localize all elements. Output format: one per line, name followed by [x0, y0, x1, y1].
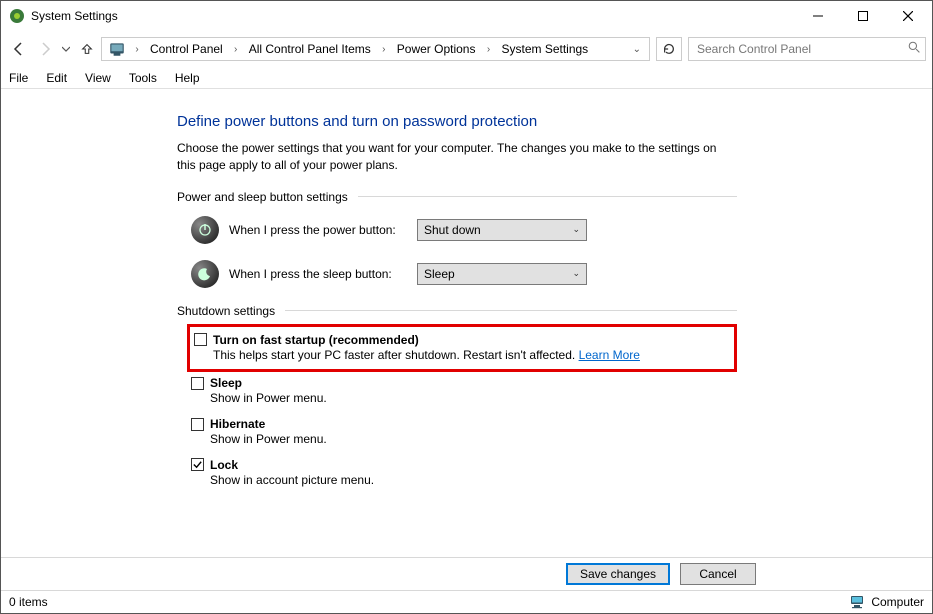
- breadcrumb-item[interactable]: All Control Panel Items: [243, 38, 377, 60]
- power-icon: [191, 216, 219, 244]
- section-power-sleep: Power and sleep button settings: [177, 190, 737, 204]
- cancel-button[interactable]: Cancel: [680, 563, 756, 585]
- chevron-down-icon[interactable]: ⌄: [627, 44, 647, 55]
- action-button-bar: Save changes Cancel: [1, 557, 932, 591]
- hibernate-option-label: Hibernate: [210, 417, 265, 431]
- breadcrumb-item[interactable]: Control Panel: [144, 38, 229, 60]
- sleep-option-desc: Show in Power menu.: [191, 390, 737, 407]
- menu-tools[interactable]: Tools: [127, 71, 159, 85]
- chevron-down-icon: ⌄: [572, 268, 580, 279]
- hibernate-option: Hibernate Show in Power menu.: [177, 415, 737, 456]
- lock-option-label: Lock: [210, 458, 238, 472]
- title-bar: System Settings: [1, 1, 932, 31]
- hibernate-option-desc: Show in Power menu.: [191, 431, 737, 448]
- up-button[interactable]: [75, 37, 99, 61]
- search-icon: [908, 41, 921, 57]
- status-bar: 0 items Computer: [1, 591, 932, 613]
- sleep-checkbox[interactable]: [191, 377, 204, 390]
- navigation-bar: › Control Panel › All Control Panel Item…: [1, 31, 932, 67]
- menu-file[interactable]: File: [7, 71, 30, 85]
- sleep-button-dropdown[interactable]: Sleep ⌄: [417, 263, 587, 285]
- breadcrumb-item[interactable]: System Settings: [495, 38, 594, 60]
- breadcrumb-item[interactable]: Power Options: [391, 38, 482, 60]
- menu-edit[interactable]: Edit: [44, 71, 69, 85]
- refresh-button[interactable]: [656, 37, 682, 61]
- chevron-down-icon: ⌄: [572, 224, 580, 235]
- recent-locations-button[interactable]: [59, 37, 73, 61]
- chevron-right-icon[interactable]: ›: [377, 44, 391, 55]
- sleep-icon: [191, 260, 219, 288]
- app-icon: [9, 8, 25, 24]
- learn-more-link[interactable]: Learn More: [579, 348, 640, 362]
- power-button-row: When I press the power button: Shut down…: [177, 210, 932, 254]
- page-description: Choose the power settings that you want …: [177, 140, 737, 174]
- computer-icon: [849, 595, 865, 609]
- chevron-right-icon[interactable]: ›: [130, 44, 144, 55]
- hibernate-checkbox[interactable]: [191, 418, 204, 431]
- status-item-count: 0 items: [9, 595, 849, 609]
- fast-startup-label: Turn on fast startup (recommended): [213, 333, 419, 347]
- menu-view[interactable]: View: [83, 71, 113, 85]
- forward-button[interactable]: [33, 37, 57, 61]
- close-button[interactable]: [885, 2, 930, 31]
- fast-startup-desc: This helps start your PC faster after sh…: [194, 347, 726, 364]
- control-panel-icon: [108, 40, 126, 58]
- sleep-option: Sleep Show in Power menu.: [177, 374, 737, 415]
- sleep-button-row: When I press the sleep button: Sleep ⌄: [177, 254, 932, 298]
- section-shutdown: Shutdown settings: [177, 304, 737, 318]
- chevron-right-icon[interactable]: ›: [481, 44, 495, 55]
- search-input[interactable]: Search Control Panel: [688, 37, 926, 61]
- page-heading: Define power buttons and turn on passwor…: [177, 113, 932, 130]
- power-button-label: When I press the power button:: [229, 223, 407, 237]
- sleep-option-label: Sleep: [210, 376, 242, 390]
- minimize-button[interactable]: [795, 2, 840, 31]
- breadcrumb-bar[interactable]: › Control Panel › All Control Panel Item…: [101, 37, 650, 61]
- fast-startup-highlight: Turn on fast startup (recommended) This …: [187, 324, 737, 373]
- fast-startup-checkbox[interactable]: [194, 333, 207, 346]
- lock-option: Lock Show in account picture menu.: [177, 456, 737, 497]
- menu-help[interactable]: Help: [173, 71, 202, 85]
- lock-checkbox[interactable]: [191, 458, 204, 471]
- power-button-dropdown[interactable]: Shut down ⌄: [417, 219, 587, 241]
- chevron-right-icon[interactable]: ›: [229, 44, 243, 55]
- window-title: System Settings: [31, 9, 118, 23]
- search-placeholder: Search Control Panel: [697, 42, 908, 56]
- content-area: Define power buttons and turn on passwor…: [1, 89, 932, 557]
- sleep-button-label: When I press the sleep button:: [229, 267, 407, 281]
- lock-option-desc: Show in account picture menu.: [191, 472, 737, 489]
- back-button[interactable]: [7, 37, 31, 61]
- status-location: Computer: [871, 595, 924, 609]
- save-changes-button[interactable]: Save changes: [566, 563, 670, 585]
- maximize-button[interactable]: [840, 2, 885, 31]
- menu-bar: File Edit View Tools Help: [1, 67, 932, 89]
